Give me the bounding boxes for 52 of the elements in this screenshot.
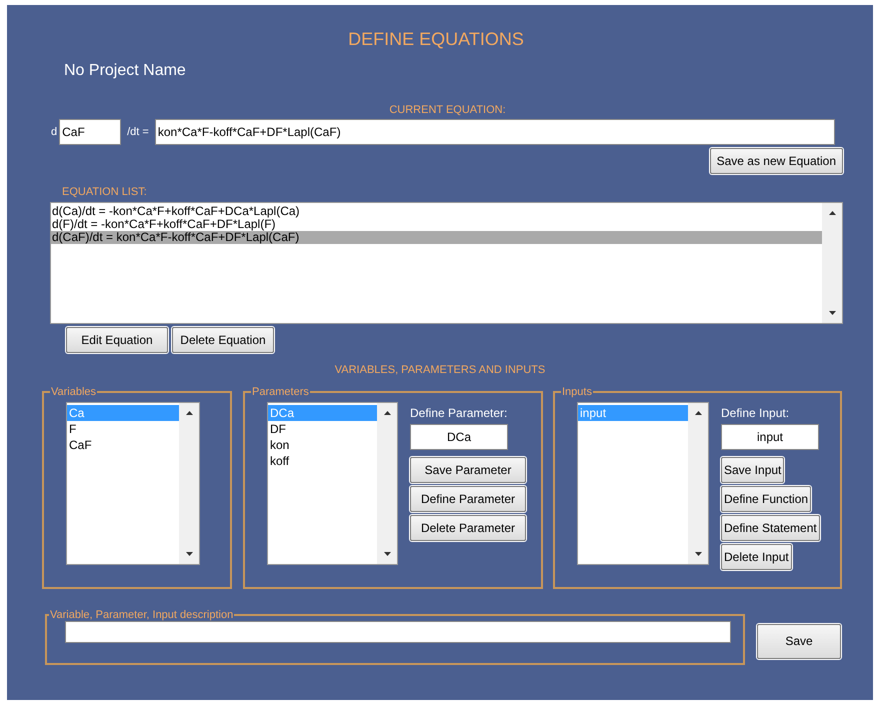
description-field[interactable]: [65, 621, 731, 643]
section-heading: VARIABLES, PARAMETERS AND INPUTS: [334, 364, 546, 376]
list-item[interactable]: d(Ca)/dt = -kon*Ca*F+koff*CaF+DCa*Lapl(Ca): [51, 205, 822, 218]
scroll-down-icon[interactable]: [828, 311, 836, 315]
equation-button[interactable]: Delete Equation: [172, 327, 274, 353]
section-heading: CURRENT EQUATION:: [388, 104, 507, 116]
scrollbar[interactable]: [688, 403, 708, 564]
action-button[interactable]: Define Parameter: [410, 486, 526, 512]
expression-field[interactable]: kon*Ca*F-koff*CaF+DF*Lapl(CaF): [154, 119, 835, 145]
item-list[interactable]: DCa DF kon koff: [267, 402, 398, 565]
scroll-up-icon[interactable]: [384, 411, 390, 415]
scrollbar[interactable]: [822, 203, 842, 323]
window-title: DEFINE EQUATIONS: [347, 29, 525, 50]
field-label: Define Input:: [721, 406, 790, 420]
field-label: /dt =: [127, 126, 149, 138]
list-item[interactable]: d(CaF)/dt = kon*Ca*F-koff*CaF+DF*Lapl(CaF): [51, 231, 822, 244]
equation-button[interactable]: Edit Equation: [66, 327, 168, 353]
list-item[interactable]: kon: [268, 437, 377, 453]
action-button[interactable]: Define Statement: [721, 515, 820, 541]
group-title: Variables: [50, 386, 98, 398]
action-button[interactable]: Save Input: [721, 457, 784, 483]
save-equation-button[interactable]: Save as new Equation: [710, 148, 843, 174]
scroll-down-icon[interactable]: [384, 552, 390, 556]
project-name: No Project Name: [64, 62, 187, 80]
action-button[interactable]: Define Function: [721, 486, 812, 512]
scrollbar[interactable]: [179, 403, 199, 564]
scroll-up-icon[interactable]: [828, 211, 836, 215]
list-item[interactable]: DF: [268, 421, 377, 437]
name-field[interactable]: DCa: [410, 424, 508, 450]
action-button[interactable]: Delete Parameter: [410, 515, 526, 541]
list-item[interactable]: koff: [268, 453, 377, 469]
equation-list[interactable]: d(Ca)/dt = -kon*Ca*F+koff*CaF+DCa*Lapl(Ca) d(F)/dt = -kon*Ca*F+koff*CaF+DF*Lapl(F) d(CaF)/dt = kon*Ca*F-koff*CaF+DF*Lapl(CaF): [50, 202, 843, 324]
scroll-down-icon[interactable]: [694, 552, 702, 556]
list-item[interactable]: F: [67, 421, 179, 437]
field-label: d: [51, 126, 58, 138]
field-label: Define Parameter:: [410, 406, 508, 420]
scroll-down-icon[interactable]: [186, 552, 192, 556]
list-item[interactable]: CaF: [67, 437, 179, 453]
scroll-up-icon[interactable]: [694, 411, 702, 415]
group-title: Inputs: [561, 386, 593, 398]
name-field[interactable]: input: [721, 424, 819, 450]
action-button[interactable]: Save Parameter: [410, 457, 526, 483]
save-button[interactable]: Save: [757, 624, 841, 658]
list-item[interactable]: d(F)/dt = -kon*Ca*F+koff*CaF+DF*Lapl(F): [51, 218, 822, 231]
group-title: Parameters: [251, 386, 310, 398]
section-heading: EQUATION LIST:: [62, 186, 148, 198]
group-title: Variable, Parameter, Input description: [49, 609, 234, 621]
scrollbar[interactable]: [377, 403, 397, 564]
variable-field[interactable]: CaF: [59, 119, 122, 145]
item-list[interactable]: Ca F CaF: [66, 402, 200, 565]
scroll-up-icon[interactable]: [186, 411, 192, 415]
action-button[interactable]: Delete Input: [721, 544, 792, 570]
